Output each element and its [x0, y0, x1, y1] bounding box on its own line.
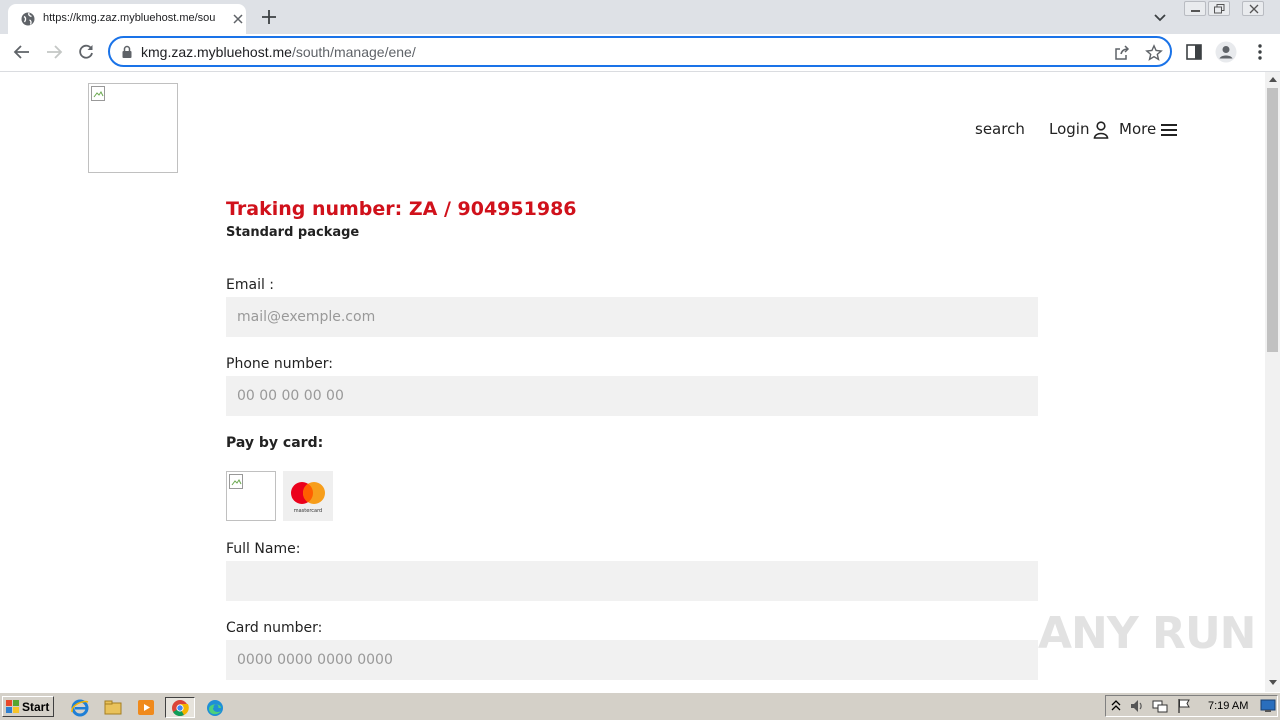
lock-icon[interactable]	[121, 45, 133, 59]
close-tab-icon[interactable]	[230, 11, 246, 27]
tab-title: https://kmg.zaz.mybluehost.me/sou	[43, 12, 216, 24]
windows-logo-icon	[6, 700, 19, 713]
address-bar[interactable]: kmg.zaz.mybluehost.me/south/manage/ene/	[108, 36, 1172, 67]
tracking-number-title: Traking number: ZA / 904951986	[226, 198, 577, 220]
login-label: Login	[1049, 120, 1090, 138]
email-label: Email :	[226, 277, 275, 293]
email-field[interactable]	[226, 297, 1038, 337]
bookmark-star-icon[interactable]	[1145, 44, 1163, 62]
restore-icon	[1214, 4, 1225, 14]
mastercard-circles-icon	[291, 482, 325, 504]
full-name-field[interactable]	[226, 561, 1038, 601]
card-number-field[interactable]	[226, 640, 1038, 680]
tab-search-icon[interactable]	[1152, 9, 1168, 25]
full-name-label: Full Name:	[226, 541, 301, 557]
broken-image-icon	[229, 474, 243, 489]
url-path: /south/manage/ene/	[291, 44, 416, 60]
side-panel-icon[interactable]	[1184, 42, 1204, 62]
minimize-button[interactable]	[1184, 1, 1206, 16]
scrollbar-thumb[interactable]	[1267, 88, 1278, 352]
browser-tab[interactable]: https://kmg.zaz.mybluehost.me/sou	[8, 4, 246, 34]
media-player-icon[interactable]	[135, 697, 157, 718]
broken-image-icon	[91, 86, 105, 101]
user-icon	[1093, 121, 1109, 139]
action-center-flag-icon[interactable]	[1176, 698, 1192, 714]
start-label: Start	[22, 700, 50, 714]
windows-taskbar: Start 7:19 AM	[0, 692, 1280, 720]
page-viewport: search Login More Traking number: ZA / 9…	[0, 72, 1265, 692]
url-text[interactable]: kmg.zaz.mybluehost.me/south/manage/ene/	[141, 44, 416, 60]
show-desktop-icon[interactable]	[1260, 699, 1276, 713]
close-window-button[interactable]	[1242, 1, 1264, 16]
mastercard-logo[interactable]: mastercard	[283, 471, 333, 521]
scroll-down-arrow-icon[interactable]	[1269, 680, 1277, 685]
file-explorer-icon[interactable]	[102, 697, 124, 718]
internet-explorer-icon[interactable]	[69, 697, 91, 718]
phone-field[interactable]	[226, 376, 1038, 416]
restore-button[interactable]	[1208, 1, 1230, 16]
card-number-label: Card number:	[226, 620, 323, 636]
minimize-icon	[1191, 10, 1200, 12]
pay-by-card-label: Pay by card:	[226, 435, 324, 451]
edge-icon[interactable]	[204, 697, 226, 718]
more-label: More	[1119, 120, 1157, 138]
url-host: kmg.zaz.mybluehost.me	[141, 44, 292, 60]
back-arrow-icon[interactable]	[12, 42, 32, 62]
volume-icon[interactable]	[1129, 698, 1145, 714]
globe-icon	[21, 12, 35, 26]
profile-avatar-icon[interactable]	[1215, 41, 1237, 63]
network-icon[interactable]	[1152, 698, 1168, 714]
more-menu-link[interactable]: More	[1119, 120, 1177, 138]
scroll-up-arrow-icon[interactable]	[1269, 77, 1277, 82]
site-logo[interactable]	[88, 83, 178, 173]
chrome-icon	[172, 700, 189, 717]
page-scrollbar[interactable]	[1265, 72, 1280, 692]
system-tray	[1105, 695, 1278, 717]
browser-tab-strip: https://kmg.zaz.mybluehost.me/sou	[0, 0, 1280, 34]
new-tab-icon[interactable]	[259, 7, 279, 27]
visa-card-logo[interactable]	[226, 471, 276, 521]
package-type: Standard package	[226, 225, 360, 240]
forward-arrow-icon[interactable]	[44, 42, 64, 62]
phone-label: Phone number:	[226, 356, 333, 372]
anyrun-watermark: ANY RUN	[1038, 608, 1256, 659]
browser-toolbar: kmg.zaz.mybluehost.me/south/manage/ene/	[0, 34, 1280, 72]
mastercard-wordmark: mastercard	[293, 508, 323, 514]
tray-expand-icon[interactable]	[1111, 700, 1121, 712]
search-link[interactable]: search	[975, 120, 1025, 138]
reload-icon[interactable]	[76, 42, 96, 62]
share-icon[interactable]	[1113, 44, 1131, 62]
taskbar-clock[interactable]: 7:19 AM	[1208, 700, 1248, 712]
login-link[interactable]: Login	[1049, 120, 1109, 139]
start-button[interactable]: Start	[2, 696, 54, 717]
chrome-taskbar-button[interactable]	[165, 697, 195, 718]
close-icon	[1249, 4, 1259, 14]
kebab-menu-icon[interactable]	[1250, 42, 1270, 62]
hamburger-menu-icon	[1161, 124, 1177, 136]
